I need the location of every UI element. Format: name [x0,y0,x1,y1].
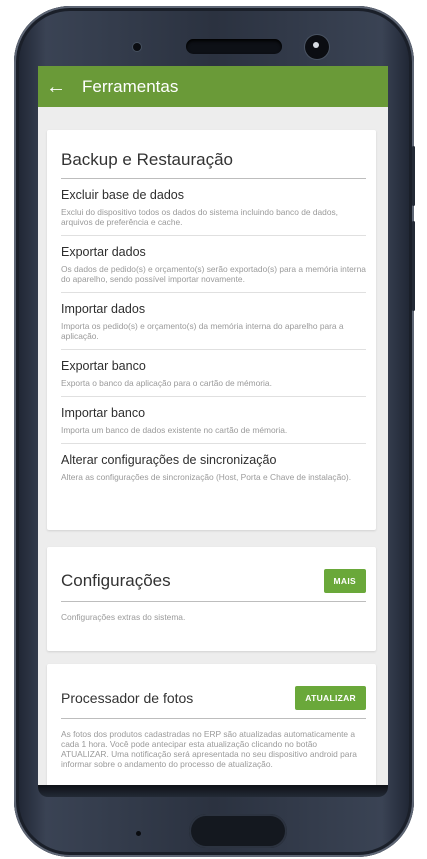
fotos-title: Processador de fotos [61,690,194,706]
item-exportar-dados[interactable]: Exportar dados Os dados de pedido(s) e o… [61,236,366,293]
config-header: Configurações MAIS [61,547,366,602]
fotos-card: Processador de fotos ATUALIZAR As fotos … [47,664,376,787]
earpiece-speaker [186,39,282,54]
volume-button [412,221,415,311]
item-desc: Exclui do dispositivo todos os dados do … [61,207,339,227]
item-title: Alterar configurações de sincronização [61,453,277,467]
page-title: Ferramentas [82,76,179,96]
microphone-dot [136,831,141,836]
config-card: Configurações MAIS Configurações extras … [47,547,376,651]
item-desc: Exporta o banco da aplicação para o cart… [61,378,272,388]
fotos-desc: As fotos dos produtos cadastradas no ERP… [61,729,357,769]
item-desc: Altera as configurações de sincronização… [61,472,352,482]
proximity-sensor [133,43,141,51]
mais-button[interactable]: MAIS [323,569,366,593]
screen: ← Ferramentas Backup e Restauração Exclu… [38,66,388,787]
front-camera-icon [305,35,329,59]
item-desc: Importa os pedido(s) e orçamento(s) da m… [61,321,344,341]
fotos-header: Processador de fotos ATUALIZAR [61,664,366,719]
item-title: Excluir base de dados [61,188,184,202]
item-exportar-banco[interactable]: Exportar banco Exporta o banco da aplica… [61,350,366,397]
item-importar-banco[interactable]: Importar banco Importa um banco de dados… [61,397,366,444]
item-desc: Os dados de pedido(s) e orçamento(s) ser… [61,264,366,284]
config-desc: Configurações extras do sistema. [61,612,186,622]
item-title: Exportar dados [61,245,146,259]
screen-bottom-bezel [38,785,388,797]
item-desc: Importa um banco de dados existente no c… [61,425,288,435]
config-title: Configurações [61,571,171,590]
item-title: Exportar banco [61,359,146,373]
fingerprint-home-button[interactable] [189,814,287,848]
item-title: Importar dados [61,302,146,316]
item-excluir-base[interactable]: Excluir base de dados Exclui do disposit… [61,179,366,236]
arrow-left-icon[interactable]: ← [46,77,72,97]
backup-title: Backup e Restauração [61,130,366,179]
backup-card: Backup e Restauração Excluir base de dad… [47,130,376,530]
power-button [412,146,415,206]
app-bar: ← Ferramentas [38,66,388,107]
item-importar-dados[interactable]: Importar dados Importa os pedido(s) e or… [61,293,366,350]
atualizar-button[interactable]: ATUALIZAR [295,686,366,710]
item-title: Importar banco [61,406,146,420]
item-alterar-sincronizacao[interactable]: Alterar configurações de sincronização A… [61,444,366,490]
